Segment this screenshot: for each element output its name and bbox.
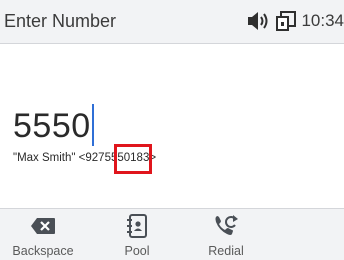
clock: 10:34 xyxy=(301,11,344,30)
phone-screen: Enter Number 10:34 5550 "Max Smith" <927… xyxy=(0,0,344,260)
pool-label: Pool xyxy=(124,244,150,258)
status-icons: 10:34 xyxy=(247,10,344,32)
redial-phone-icon xyxy=(186,215,266,237)
redial-label: Redial xyxy=(208,244,244,258)
speaker-volume-icon xyxy=(247,11,271,31)
backspace-label: Backspace xyxy=(12,244,74,258)
backspace-icon xyxy=(3,215,83,237)
match-highlight-box xyxy=(114,144,152,174)
status-bar: Enter Number 10:34 xyxy=(0,0,344,44)
number-entry[interactable]: 5550 xyxy=(13,104,94,146)
pool-softkey[interactable]: Pool xyxy=(97,209,177,260)
redial-softkey[interactable]: Redial xyxy=(186,209,266,260)
directory-card-icon xyxy=(97,214,177,238)
screen-link-icon xyxy=(275,10,297,32)
dialed-number[interactable]: 5550 xyxy=(13,106,91,146)
text-cursor xyxy=(91,104,94,146)
dial-area: 5550 "Max Smith" <9275550183> xyxy=(0,44,344,208)
backspace-softkey[interactable]: Backspace xyxy=(3,209,83,260)
screen-title: Enter Number xyxy=(4,11,117,31)
softkey-bar: Backspace Pool Redial xyxy=(0,208,344,260)
